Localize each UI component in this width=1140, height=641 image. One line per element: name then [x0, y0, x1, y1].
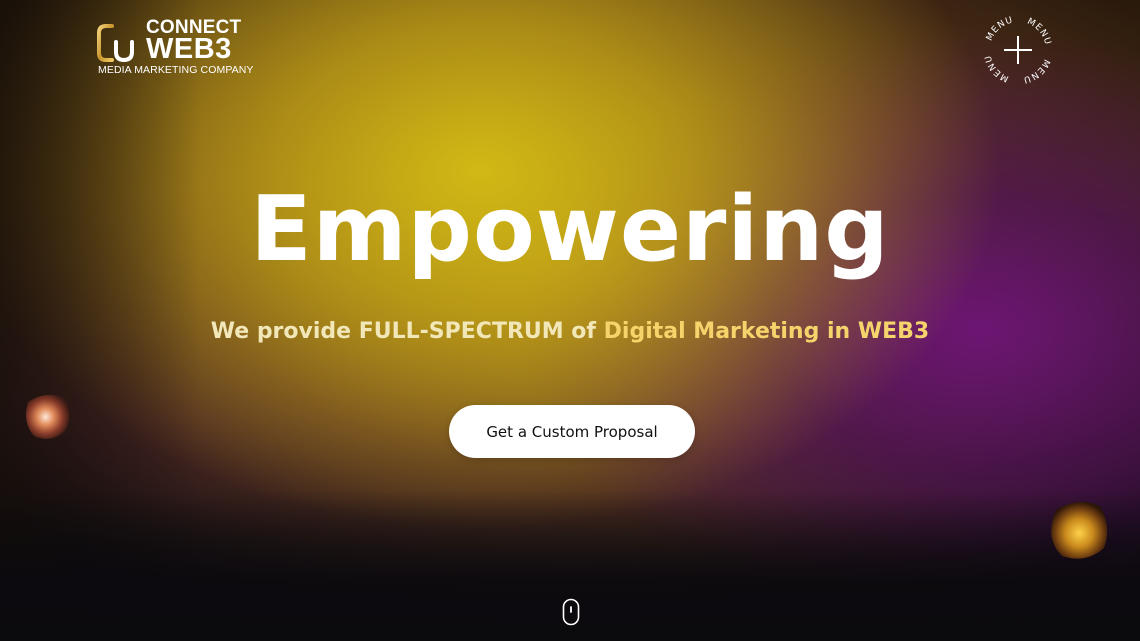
page: CONNECT WEB3 MEDIA MARKETING COMPANY MEN… — [0, 0, 1140, 641]
decorative-orb-left — [26, 394, 70, 439]
decorative-orb-right — [1051, 501, 1108, 559]
plus-icon — [1004, 36, 1032, 64]
connect-link-icon — [97, 24, 134, 63]
get-custom-proposal-button[interactable]: Get a Custom Proposal — [449, 405, 695, 458]
brand-web3-text: WEB3 — [146, 33, 232, 65]
svg-text:MENU: MENU — [983, 54, 1010, 84]
svg-text:MENU: MENU — [985, 15, 1015, 42]
brand-logo[interactable]: CONNECT WEB3 MEDIA MARKETING COMPANY — [96, 18, 256, 80]
mouse-scroll-icon[interactable] — [562, 598, 580, 626]
hero-subtitle: We provide FULL-SPECTRUM of Digital Mark… — [0, 316, 1140, 348]
svg-text:MENU: MENU — [1022, 57, 1052, 84]
hero-subtitle-part1: We provide FULL-SPECTRUM of — [210, 319, 604, 344]
menu-label-1: MENU — [985, 15, 1014, 42]
menu-button[interactable]: MENU MENU MENU MENU — [980, 12, 1056, 88]
menu-label-2: MENU — [1025, 17, 1051, 47]
menu-label-3: MENU — [1022, 57, 1051, 84]
menu-label-4: MENU — [983, 54, 1009, 84]
svg-text:MENU: MENU — [1025, 17, 1052, 47]
brand-tagline: MEDIA MARKETING COMPANY — [98, 64, 254, 76]
hero-subtitle-highlight: Digital Marketing in WEB3 — [603, 319, 930, 344]
hero-title: Empowering — [250, 177, 890, 282]
menu-ring: MENU MENU MENU MENU — [983, 15, 1052, 84]
